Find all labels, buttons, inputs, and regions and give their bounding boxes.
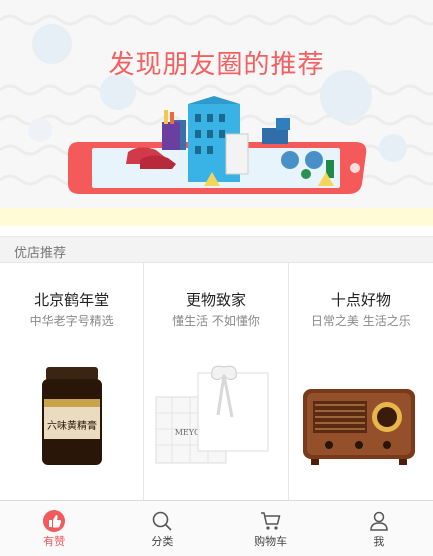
- shop-desc: 日常之美 生活之乐: [310, 314, 411, 328]
- section-header: 优店推荐: [0, 236, 433, 262]
- radio-image: [302, 389, 415, 465]
- section-title: 优店推荐: [14, 246, 67, 261]
- product-label: 六味黄精膏: [47, 419, 97, 432]
- tab-label: 购物车: [254, 535, 288, 548]
- tab-me[interactable]: 我: [325, 501, 433, 556]
- cart-icon: [260, 512, 281, 530]
- shop-card[interactable]: 十点好物 日常之美 生活之乐: [289, 263, 433, 501]
- tab-label: 分类: [151, 535, 174, 548]
- banner-illustration: [0, 14, 433, 194]
- honey-jar-image: 六味黄精膏: [42, 367, 102, 465]
- tab-label: 有赞: [43, 535, 66, 548]
- tab-bar: 有赞 分类 购物车 我: [0, 500, 433, 556]
- promo-banner[interactable]: 发现朋友圈的推荐: [0, 0, 433, 208]
- shop-list: 北京鹤年堂 中华老字号精选 六味黄精膏 更物致家 懂生活 不如懂你 MEYOU …: [0, 262, 433, 501]
- shop-card[interactable]: 北京鹤年堂 中华老字号精选 六味黄精膏: [0, 263, 145, 501]
- shop-name: 北京鹤年堂: [34, 291, 110, 309]
- banner-title: 发现朋友圈的推荐: [108, 50, 325, 80]
- shop-card[interactable]: 更物致家 懂生活 不如懂你 MEYOU: [144, 263, 289, 501]
- shop-desc: 懂生活 不如懂你: [172, 314, 260, 328]
- gift-box-image: MEYOU: [155, 365, 269, 464]
- tab-youzan[interactable]: 有赞: [0, 501, 108, 556]
- thumbs-up-icon: [43, 510, 66, 532]
- search-icon: [153, 511, 172, 531]
- tab-category[interactable]: 分类: [108, 501, 216, 556]
- shop-name: 十点好物: [330, 291, 391, 309]
- shop-name: 更物致家: [185, 291, 246, 309]
- tab-cart[interactable]: 购物车: [217, 501, 325, 556]
- tab-label: 我: [373, 535, 385, 548]
- user-icon: [370, 511, 388, 531]
- banner-strip: [0, 208, 433, 226]
- shop-desc: 中华老字号精选: [29, 314, 114, 328]
